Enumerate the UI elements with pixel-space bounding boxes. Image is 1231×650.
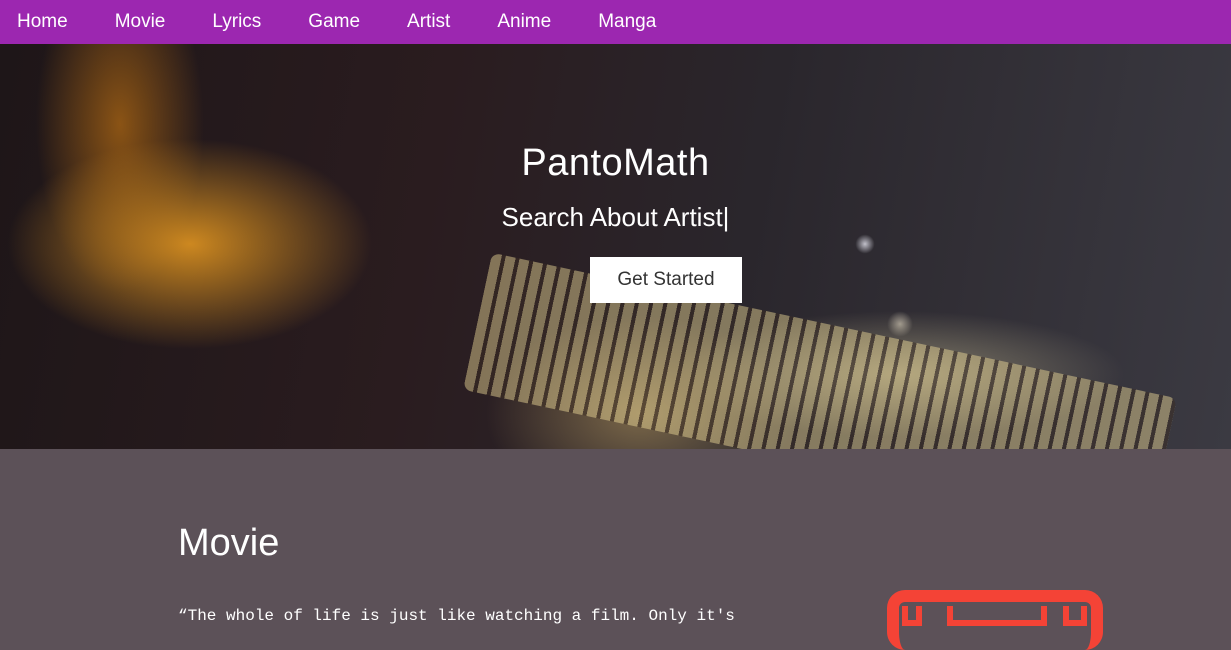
nav-anime[interactable]: Anime [497, 0, 551, 44]
hero-content: PantoMath Search About Artist| Get Start… [0, 44, 1231, 449]
movie-quote: “The whole of life is just like watching… [178, 607, 735, 625]
movie-section: Movie “The whole of life is just like wa… [0, 449, 1231, 650]
nav-lyrics[interactable]: Lyrics [212, 0, 261, 44]
nav-home[interactable]: Home [17, 0, 68, 44]
film-icon [887, 590, 1103, 650]
get-started-button[interactable]: Get Started [590, 257, 742, 303]
top-nav: Home Movie Lyrics Game Artist Anime Mang… [0, 0, 1231, 44]
film-hole-right [1063, 606, 1087, 626]
nav-game[interactable]: Game [308, 0, 360, 44]
nav-movie[interactable]: Movie [115, 0, 166, 44]
nav-manga[interactable]: Manga [598, 0, 656, 44]
hero-title: PantoMath [521, 142, 710, 184]
film-hole-left [902, 606, 922, 626]
section-title: Movie [178, 522, 280, 564]
hero-banner: PantoMath Search About Artist| Get Start… [0, 44, 1231, 449]
nav-artist[interactable]: Artist [407, 0, 450, 44]
film-hole-center [947, 606, 1047, 626]
hero-subtitle: Search About Artist| [501, 202, 730, 232]
